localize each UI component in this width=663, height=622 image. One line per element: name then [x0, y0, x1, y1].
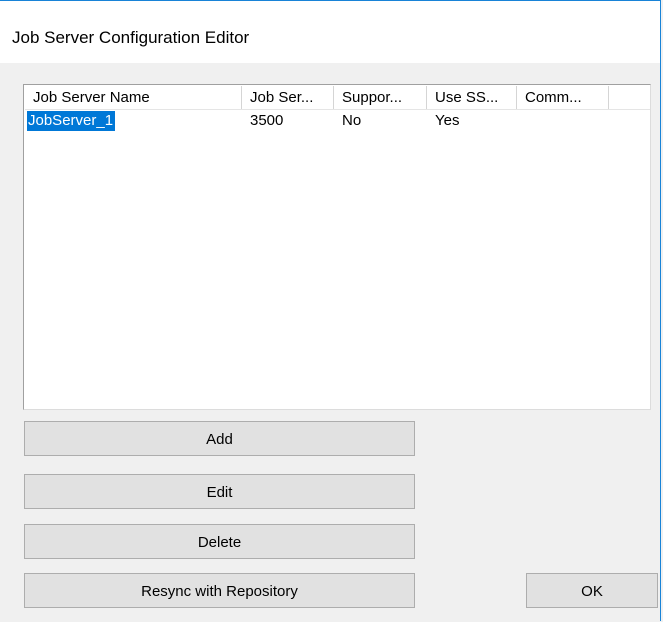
list-header: Job Server Name Job Ser... Suppor... Use…: [25, 86, 650, 110]
cell-use-ssl: Yes: [435, 112, 460, 129]
column-header-filler: [609, 86, 650, 109]
cell-comment: [517, 110, 609, 131]
column-header-support[interactable]: Suppor...: [334, 86, 427, 109]
job-server-list[interactable]: Job Server Name Job Ser... Suppor... Use…: [23, 84, 651, 410]
job-server-config-window: Job Server Configuration Editor Job Serv…: [0, 0, 661, 621]
delete-button[interactable]: Delete: [24, 524, 415, 559]
column-header-job-server-name[interactable]: Job Server Name: [25, 86, 242, 109]
edit-button[interactable]: Edit: [24, 474, 415, 509]
column-header-comment[interactable]: Comm...: [517, 86, 609, 109]
column-header-job-server-port[interactable]: Job Ser...: [242, 86, 334, 109]
resync-with-repository-button[interactable]: Resync with Repository: [24, 573, 415, 608]
cell-job-server-name[interactable]: JobServer_1: [25, 110, 242, 131]
window-title: Job Server Configuration Editor: [12, 28, 250, 47]
cell-support: No: [342, 112, 362, 129]
selected-job-server-name[interactable]: JobServer_1: [25, 110, 117, 131]
add-button[interactable]: Add: [24, 421, 415, 456]
column-header-use-ssl[interactable]: Use SS...: [427, 86, 517, 109]
ok-button[interactable]: OK: [526, 573, 658, 608]
cell-job-server-port: 3500: [250, 112, 284, 129]
table-row[interactable]: JobServer_1 3500 No Yes: [25, 110, 609, 131]
title-bar: Job Server Configuration Editor: [0, 1, 660, 63]
